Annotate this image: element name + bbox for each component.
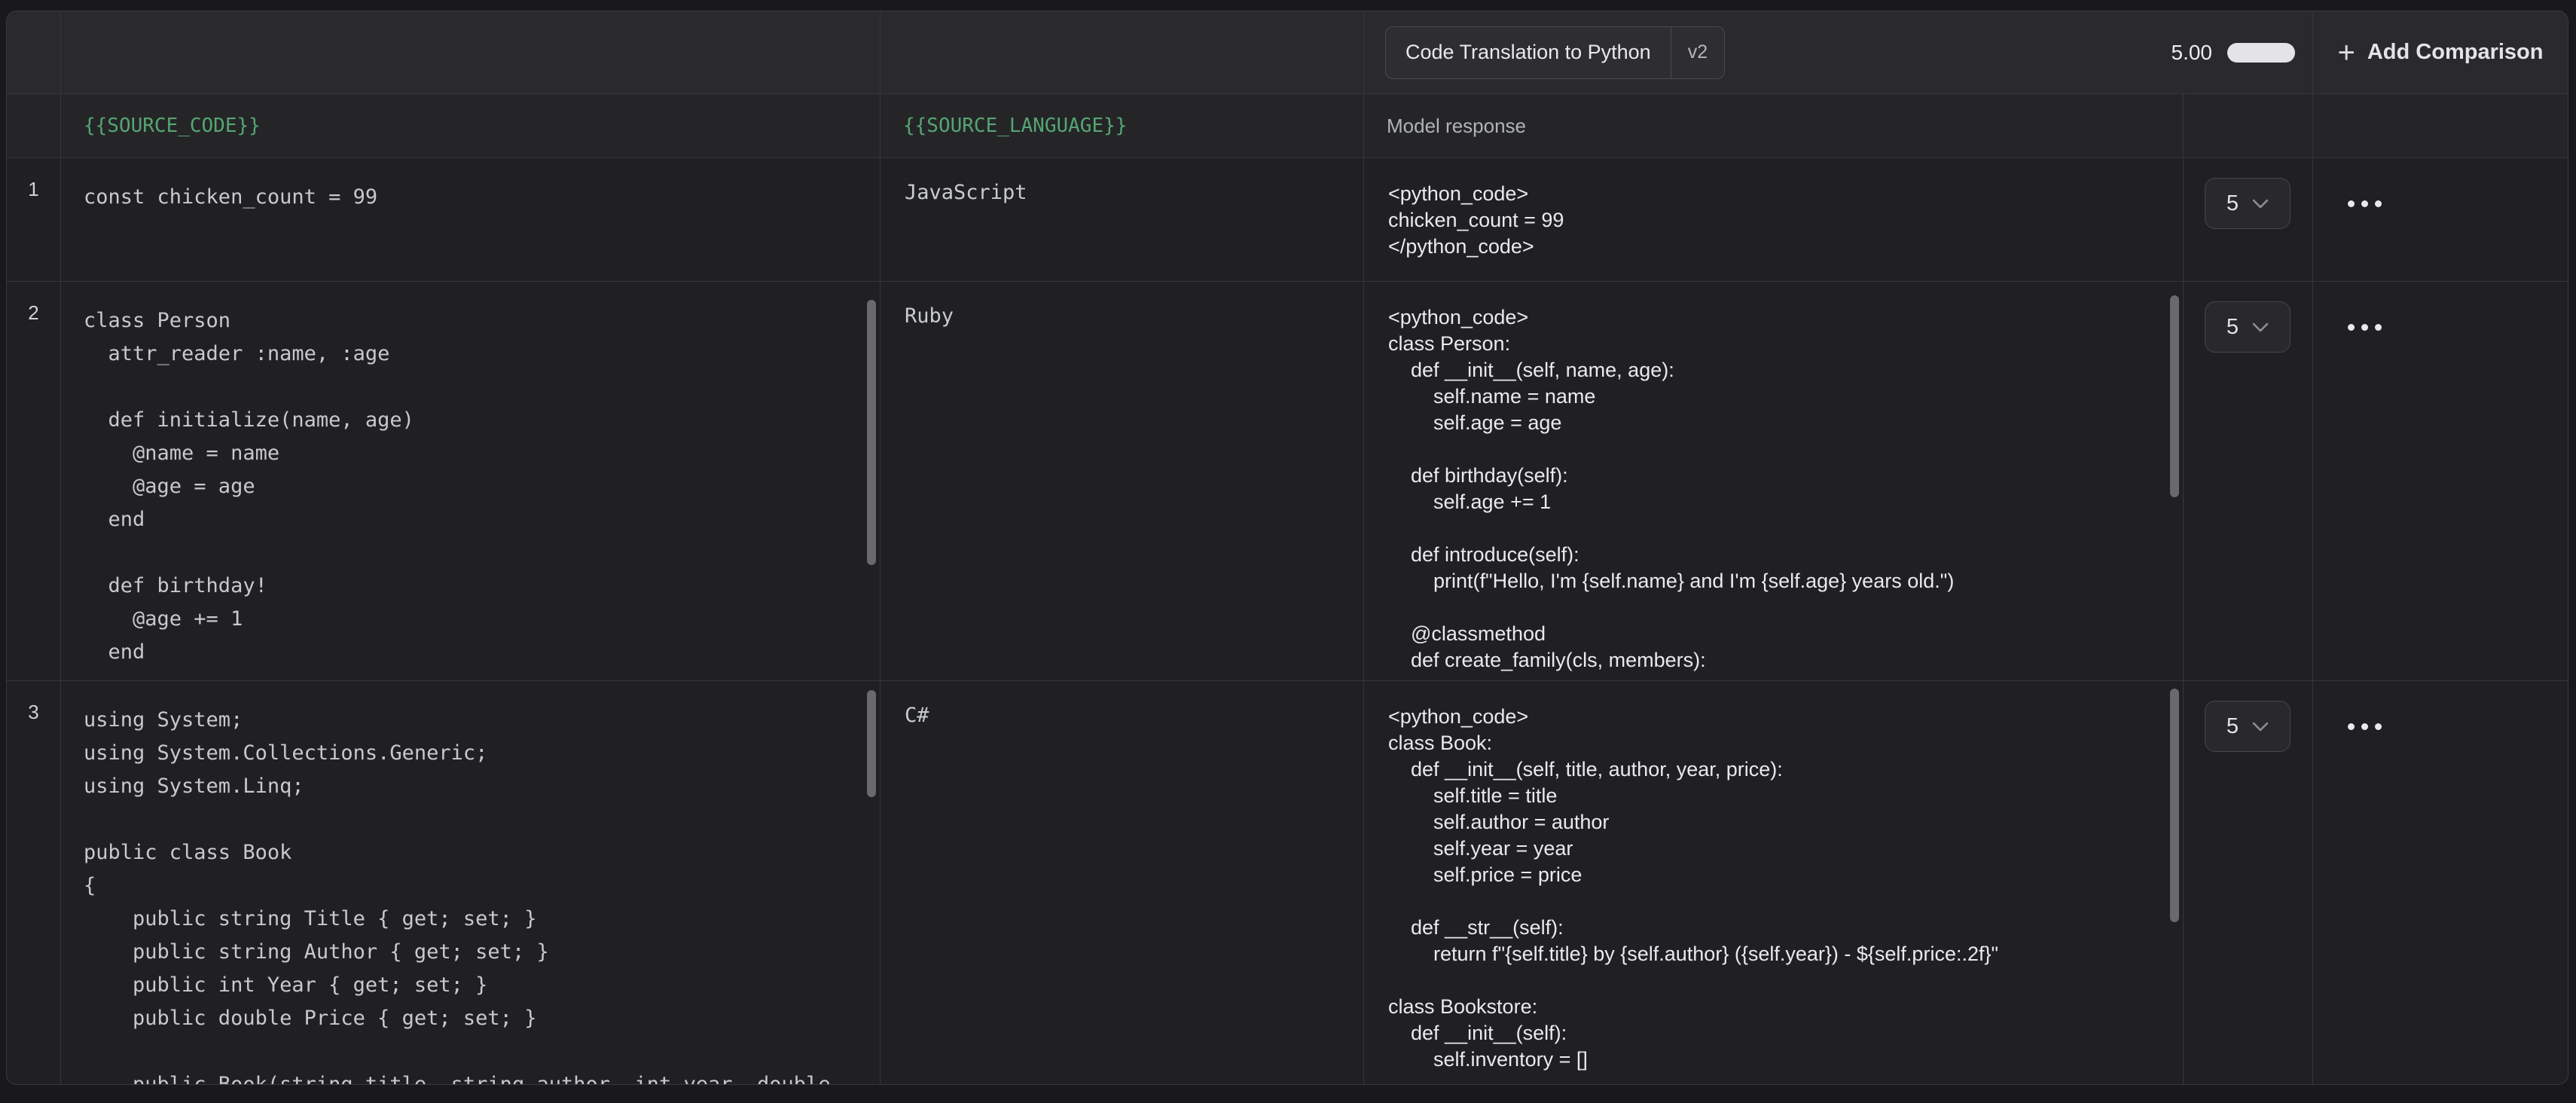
prompt-version-badge[interactable]: Code Translation to Python v2: [1385, 26, 1725, 79]
source-code-cell: class Person attr_reader :name, :age def…: [61, 282, 881, 680]
model-response-text: <python_code> class Book: def __init__(s…: [1388, 704, 2159, 1073]
header-row-number-spacer: [7, 94, 61, 157]
ellipsis-icon: [2348, 200, 2355, 207]
chevron-down-icon: [2252, 322, 2269, 332]
add-comparison-label: Add Comparison: [2367, 40, 2544, 65]
header-source-language: {{SOURCE_LANGUAGE}}: [881, 94, 1364, 157]
chevron-down-icon: [2252, 199, 2269, 209]
model-response-cell: <python_code> chicken_count = 99 </pytho…: [1364, 158, 2184, 281]
row-number: 2: [7, 282, 61, 680]
source-code-cell: using System; using System.Collections.G…: [61, 681, 881, 1085]
source-language-cell: Ruby: [881, 282, 1364, 680]
score-cell: 5: [2184, 158, 2313, 281]
actions-cell: [2313, 681, 2568, 1085]
score-value: 5: [2227, 191, 2239, 216]
header-score-spacer: [2184, 94, 2313, 157]
source-code-variable: {{SOURCE_CODE}}: [84, 115, 261, 137]
vertical-scrollbar[interactable]: [867, 690, 876, 797]
row-menu-button[interactable]: [2348, 301, 2382, 353]
model-response-cell: <python_code> class Book: def __init__(s…: [1364, 681, 2184, 1085]
score-cell: 5: [2184, 681, 2313, 1085]
row-number: 3: [7, 681, 61, 1085]
comparison-table: Code Translation to Python v2 5.00 + Add…: [6, 11, 2568, 1085]
toolbar-row: Code Translation to Python v2 5.00 + Add…: [7, 11, 2568, 94]
source-language-cell: JavaScript: [881, 158, 1364, 281]
score-value: 5: [2227, 315, 2239, 340]
toolbar-source-code-spacer: [61, 11, 881, 93]
toolbar-actions-cell: + Add Comparison: [2313, 11, 2568, 93]
source-code-text: class Person attr_reader :name, :age def…: [84, 304, 857, 669]
toolbar-model-cell: Code Translation to Python v2 5.00: [1364, 11, 2313, 93]
plus-icon: +: [2338, 38, 2355, 68]
header-model-response: Model response: [1364, 94, 2184, 157]
model-response-text: <python_code> class Person: def __init__…: [1388, 304, 2159, 674]
score-value: 5: [2227, 714, 2239, 739]
model-response-label: Model response: [1387, 115, 1526, 138]
vertical-scrollbar[interactable]: [2170, 295, 2179, 497]
source-code-text: using System; using System.Collections.G…: [84, 704, 857, 1085]
toolbar-row-number-spacer: [7, 11, 61, 93]
score-cell: 5: [2184, 282, 2313, 680]
prompt-version-label: v2: [1671, 41, 1724, 63]
toolbar-source-language-spacer: [881, 11, 1364, 93]
vertical-scrollbar[interactable]: [2170, 689, 2179, 922]
score-dropdown[interactable]: 5: [2205, 301, 2291, 353]
model-response-text: <python_code> chicken_count = 99 </pytho…: [1388, 181, 2159, 260]
actions-cell: [2313, 158, 2568, 281]
actions-cell: [2313, 282, 2568, 680]
header-source-code: {{SOURCE_CODE}}: [61, 94, 881, 157]
score-dropdown[interactable]: 5: [2205, 178, 2291, 229]
column-header-row: {{SOURCE_CODE}} {{SOURCE_LANGUAGE}} Mode…: [7, 94, 2568, 158]
table-row: 3 using System; using System.Collections…: [7, 681, 2568, 1085]
score-bar: [2227, 43, 2295, 63]
score-dropdown[interactable]: 5: [2205, 701, 2291, 752]
table-row: 1 const chicken_count = 99 JavaScript <p…: [7, 158, 2568, 282]
row-number: 1: [7, 158, 61, 281]
vertical-scrollbar[interactable]: [867, 300, 876, 565]
prompt-name-label: Code Translation to Python: [1386, 41, 1671, 64]
row-menu-button[interactable]: [2348, 178, 2382, 229]
chevron-down-icon: [2252, 722, 2269, 732]
add-comparison-button[interactable]: + Add Comparison: [2338, 38, 2544, 68]
row-menu-button[interactable]: [2348, 701, 2382, 752]
aggregate-score: 5.00: [2172, 41, 2296, 65]
ellipsis-icon: [2348, 723, 2355, 730]
table-row: 2 class Person attr_reader :name, :age d…: [7, 282, 2568, 681]
source-language-variable: {{SOURCE_LANGUAGE}}: [903, 115, 1127, 137]
source-code-text: const chicken_count = 99: [84, 181, 857, 214]
source-language-cell: C#: [881, 681, 1364, 1085]
header-actions-spacer: [2313, 94, 2568, 157]
source-code-cell: const chicken_count = 99: [61, 158, 881, 281]
aggregate-score-value: 5.00: [2172, 41, 2213, 65]
ellipsis-icon: [2348, 324, 2355, 331]
model-response-cell: <python_code> class Person: def __init__…: [1364, 282, 2184, 680]
